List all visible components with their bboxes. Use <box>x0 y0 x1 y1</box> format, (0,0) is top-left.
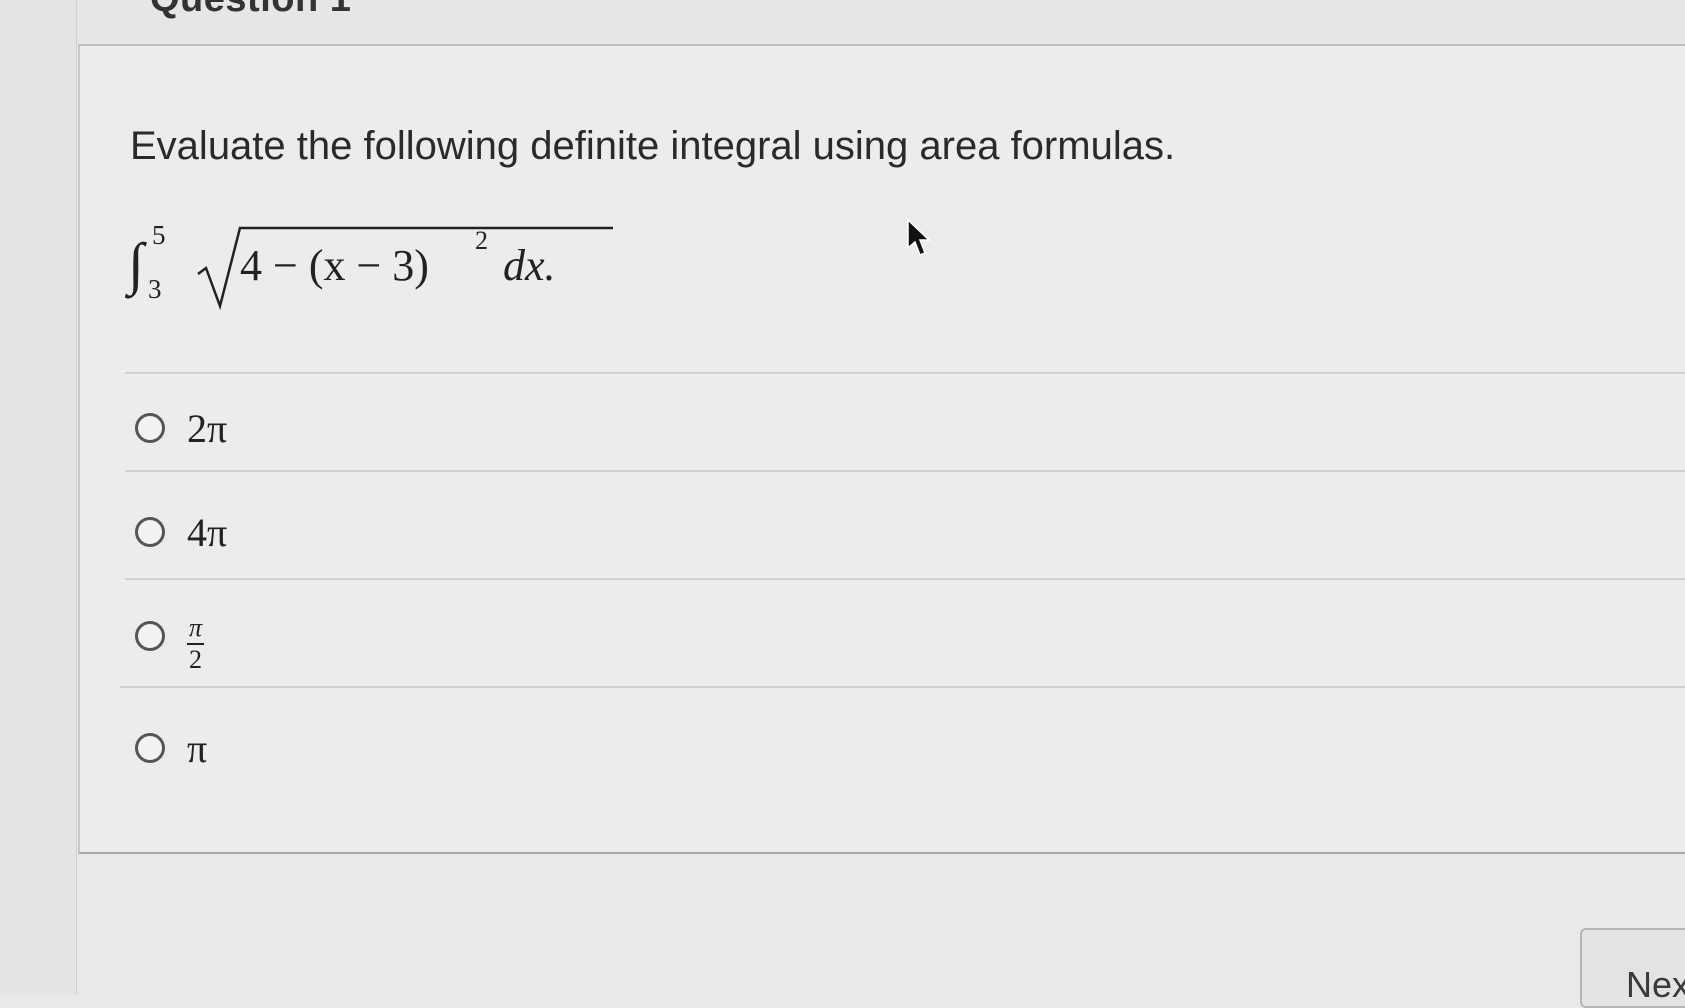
option-pi-over-2[interactable]: π 2 <box>135 606 205 673</box>
radio-button[interactable] <box>135 517 165 547</box>
divider <box>125 470 1685 472</box>
question-prompt: Evaluate the following definite integral… <box>130 124 1176 168</box>
divider <box>125 372 1685 374</box>
option-label: π <box>187 725 208 771</box>
next-button[interactable]: Next <box>1580 928 1685 1008</box>
option-label: 2π <box>187 405 228 451</box>
differential: dx. <box>503 241 556 290</box>
option-4pi[interactable]: 4π <box>135 502 227 562</box>
fraction-denominator: 2 <box>189 645 203 674</box>
fraction: π 2 <box>187 615 205 674</box>
fraction-numerator: π <box>187 615 205 645</box>
option-2pi[interactable]: 2π <box>135 398 227 458</box>
upper-limit: 5 <box>152 220 166 250</box>
option-label: 4π <box>187 509 228 555</box>
radio-button[interactable] <box>135 413 165 443</box>
radicand: 4 − (x − 3) <box>240 241 429 290</box>
radio-button[interactable] <box>135 621 165 651</box>
option-pi[interactable]: π <box>135 718 207 778</box>
lower-limit: 3 <box>148 274 162 304</box>
integral-sign: ∫ <box>128 231 144 296</box>
divider <box>120 686 1685 688</box>
arrow-cursor-icon <box>907 218 931 256</box>
question-heading: Question 1 <box>150 0 351 21</box>
exponent: 2 <box>475 226 488 255</box>
option-label: π 2 <box>187 599 205 674</box>
radio-button[interactable] <box>135 733 165 763</box>
divider <box>125 578 1685 580</box>
left-sidebar-strip <box>0 0 77 995</box>
integral-expression: ∫ 5 3 4 − (x − 3) 2 dx. <box>128 220 613 312</box>
